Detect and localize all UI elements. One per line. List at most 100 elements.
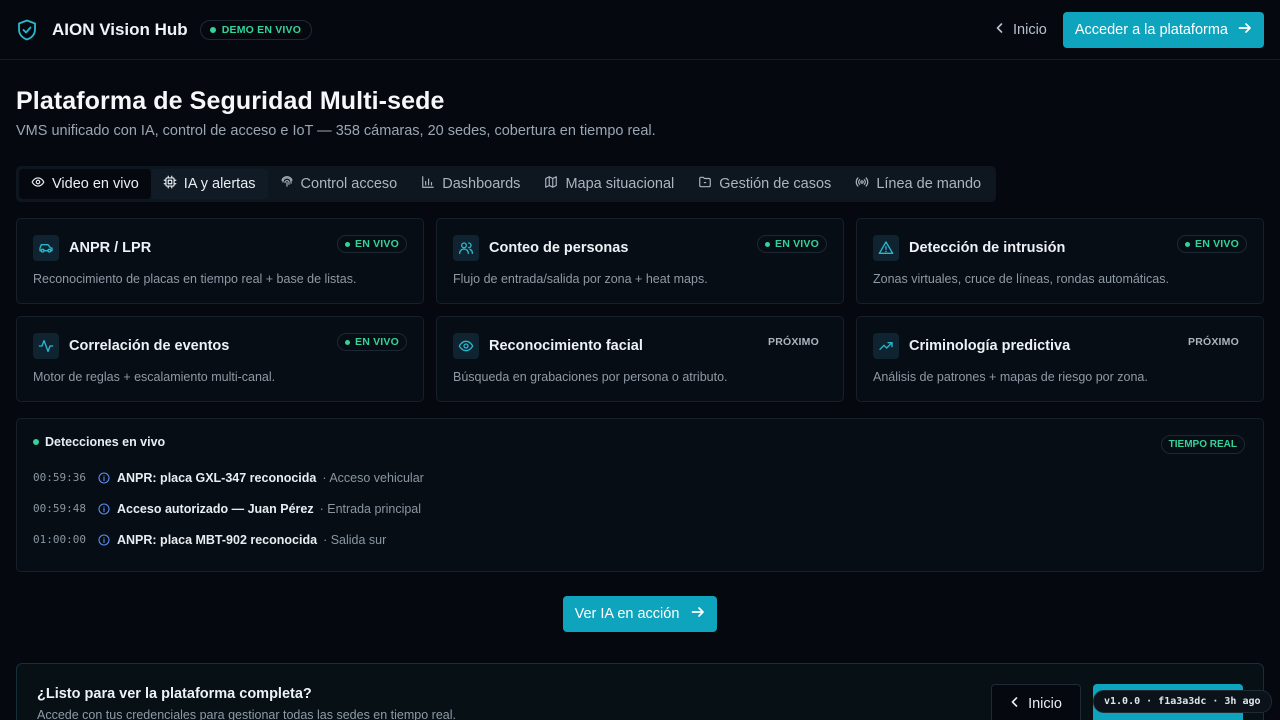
detection-time: 00:59:48 [33,502,86,515]
status-badge: PRÓXIMO [760,333,827,351]
live-dot-icon [209,26,216,33]
card-description: Motor de reglas + escalamiento multi-can… [33,370,276,384]
info-icon [97,471,111,484]
detection-location: · Entrada principal [319,501,422,516]
demo-badge: DEMO EN VIVO [199,19,313,40]
tab-label: Video en vivo [52,176,139,192]
tab-label: Línea de mando [876,176,982,192]
card-title: Conteo de personas [489,240,629,256]
tab-ia-alertas[interactable]: IA y alertas [150,169,268,199]
capability-card-intrusion[interactable]: Detección de intrusión Zonas virtuales, … [856,218,1264,304]
bar-chart-icon [421,175,435,193]
tab-label: IA y alertas [183,176,256,192]
status-label: EN VIVO [355,238,399,250]
chevron-left-icon [995,22,1005,38]
car-icon [33,235,59,261]
status-badge: EN VIVO [1177,235,1247,253]
status-label: PRÓXIMO [768,336,819,348]
tab-label: Dashboards [442,176,521,192]
brand[interactable]: AION Vision Hub [16,19,188,41]
realtime-badge: TIEMPO REAL [1160,435,1245,454]
status-label: PRÓXIMO [1188,336,1239,348]
feature-tabs: Video en vivo IA y alertas Control acces… [16,166,997,202]
access-platform-label: Acceder a la plataforma [1074,21,1228,38]
card-description: Análisis de patrones + mapas de riesgo p… [873,370,1148,384]
eye-icon [31,175,45,193]
info-icon [97,502,111,515]
status-badge: EN VIVO [337,333,407,351]
card-description: Reconocimiento de placas en tiempo real … [33,272,357,286]
card-title: ANPR / LPR [69,240,152,256]
warning-icon [873,235,899,261]
card-description: Flujo de entrada/salida por zona + heat … [453,272,708,286]
top-bar: AION Vision Hub DEMO EN VIVO Inicio Acce… [0,0,1280,60]
info-icon [97,533,111,546]
page-title: Plataforma de Seguridad Multi-sede [16,87,445,115]
view-ai-label: Ver IA en acción [574,606,680,622]
tab-dashboards[interactable]: Dashboards [409,169,532,199]
detection-text: ANPR: placa GXL-347 reconocida [117,470,317,485]
brand-title: AION Vision Hub [52,19,188,39]
capability-card-conteo[interactable]: Conteo de personas Flujo de entrada/sali… [436,218,844,304]
users-icon [453,235,479,261]
folder-icon [698,175,712,193]
detection-text: Acceso autorizado — Juan Pérez [117,501,314,516]
version-badge: v1.0.0 · f1a3a3dc · 3h ago [1093,690,1272,713]
status-label: EN VIVO [1195,238,1239,250]
capability-card-facial[interactable]: Reconocimiento facial Búsqueda en grabac… [436,316,844,402]
capability-card-correlacion[interactable]: Correlación de eventos Motor de reglas +… [16,316,424,402]
detection-time: 00:59:36 [33,471,86,484]
live-dot-icon [1185,241,1190,247]
live-dot-icon [765,241,770,247]
tab-label: Mapa situacional [565,176,675,192]
card-description: Zonas virtuales, cruce de líneas, rondas… [873,272,1169,286]
shield-check-icon [16,19,38,41]
back-home-button[interactable]: Inicio [987,12,1055,48]
detection-time: 01:00:00 [33,533,86,546]
card-title: Reconocimiento facial [489,338,643,354]
card-description: Búsqueda en grabaciones por persona o at… [453,370,728,384]
detection-row: 00:59:36 ANPR: placa GXL-347 reconocida … [33,469,1247,486]
status-label: EN VIVO [775,238,819,250]
access-platform-button[interactable]: Acceder a la plataforma [1062,11,1264,48]
live-dot-icon [345,339,350,345]
cpu-icon [163,175,177,193]
panel-title: Detecciones en vivo [45,435,166,449]
detection-row: 00:59:48 Acceso autorizado — Juan Pérez … [33,500,1247,517]
tab-linea-mando[interactable]: Línea de mando [843,169,993,199]
fingerprint-icon [280,175,294,193]
tab-mapa-situacional[interactable]: Mapa situacional [532,169,686,199]
detection-row: 01:00:00 ANPR: placa MBT-902 reconocida … [33,531,1247,548]
status-badge: EN VIVO [337,235,407,253]
tab-video-en-vivo[interactable]: Video en vivo [19,169,151,199]
status-label: EN VIVO [355,336,399,348]
tab-label: Gestión de casos [719,176,832,192]
live-dot-icon [33,439,39,445]
tab-control-acceso[interactable]: Control acceso [268,169,410,199]
detection-text: ANPR: placa MBT-902 reconocida [117,532,318,547]
tab-gestion-casos[interactable]: Gestión de casos [686,169,843,199]
tab-label: Control acceso [300,176,398,192]
activity-icon [33,333,59,359]
card-title: Criminología predictiva [909,338,1071,354]
capability-card-anpr[interactable]: ANPR / LPR Reconocimiento de placas en t… [16,218,424,304]
detection-location: · Acceso vehicular [322,470,424,485]
live-detections-panel: Detecciones en vivo TIEMPO REAL 00:59:36… [16,418,1264,572]
view-ai-button[interactable]: Ver IA en acción [562,596,718,632]
status-badge: PRÓXIMO [1180,333,1247,351]
capability-card-criminologia[interactable]: Criminología predictiva Análisis de patr… [856,316,1264,402]
detection-location: · Salida sur [323,532,387,547]
chevron-left-icon [1010,696,1020,712]
page-subtitle: VMS unificado con IA, control de acceso … [16,123,656,139]
cta-back-home-button[interactable]: Inicio [991,684,1081,720]
radio-icon [855,175,869,193]
map-icon [544,175,558,193]
cta-banner: ¿Listo para ver la plataforma completa? … [16,663,1264,720]
detection-list: 00:59:36 ANPR: placa GXL-347 reconocida … [33,469,1247,548]
arrow-right-icon [1238,22,1252,38]
back-home-label: Inicio [1013,21,1047,38]
eye-icon [453,333,479,359]
capability-grid: ANPR / LPR Reconocimiento de placas en t… [16,218,1264,402]
demo-badge-label: DEMO EN VIVO [221,23,302,36]
trending-up-icon [873,333,899,359]
